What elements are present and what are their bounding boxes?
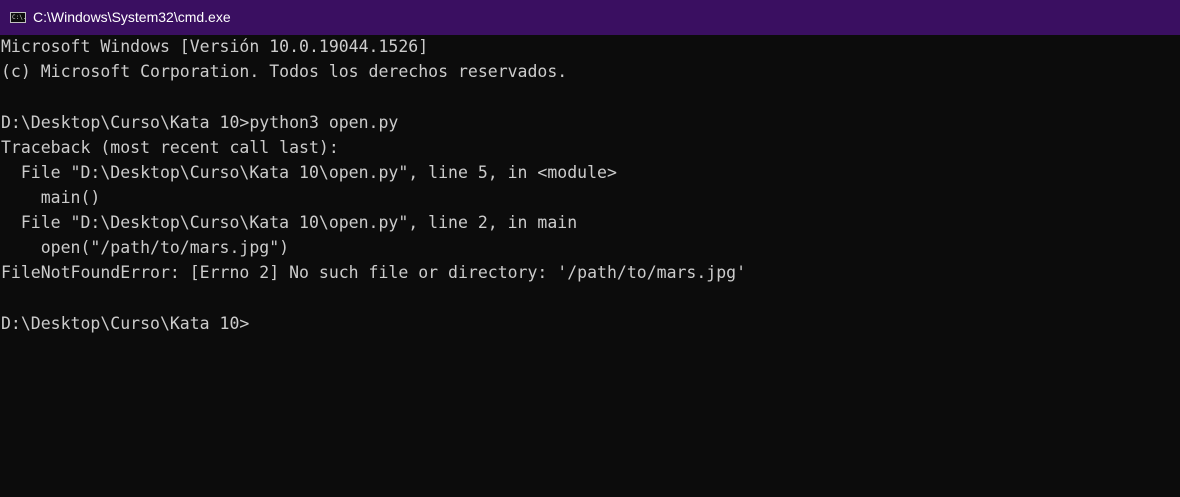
console-prompt: D:\Desktop\Curso\Kata 10> <box>1 314 250 333</box>
cmd-icon-label: C:\. <box>12 13 27 21</box>
console-line: open("/path/to/mars.jpg") <box>1 238 290 257</box>
console-line: File "D:\Desktop\Curso\Kata 10\open.py",… <box>1 213 578 232</box>
console-line: D:\Desktop\Curso\Kata 10>python3 open.py <box>1 113 399 132</box>
console-line: Microsoft Windows [Versión 10.0.19044.15… <box>1 37 429 56</box>
console-line: (c) Microsoft Corporation. Todos los der… <box>1 62 568 81</box>
cmd-window: C:\. C:\Windows\System32\cmd.exe Microso… <box>0 0 1180 497</box>
title-bar[interactable]: C:\. C:\Windows\System32\cmd.exe <box>0 0 1180 35</box>
console-line: FileNotFoundError: [Errno 2] No such fil… <box>1 263 747 282</box>
window-title: C:\Windows\System32\cmd.exe <box>33 9 231 25</box>
console-line: Traceback (most recent call last): <box>1 138 339 157</box>
console-output[interactable]: Microsoft Windows [Versión 10.0.19044.15… <box>0 35 1180 497</box>
cmd-icon: C:\. <box>10 12 26 23</box>
console-line: main() <box>1 188 101 207</box>
console-line: File "D:\Desktop\Curso\Kata 10\open.py",… <box>1 163 617 182</box>
